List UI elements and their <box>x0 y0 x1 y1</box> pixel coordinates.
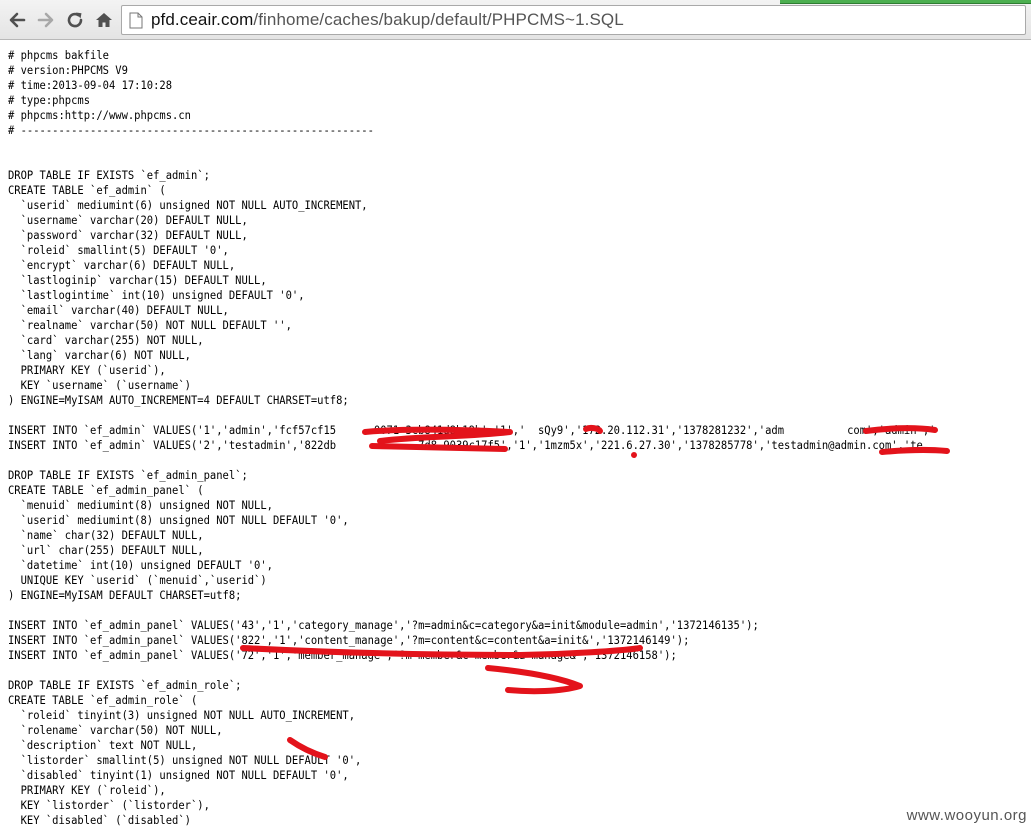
sql-line <box>8 153 949 168</box>
sql-line: CREATE TABLE `ef_admin_panel` ( <box>8 483 204 497</box>
reload-icon <box>67 12 83 28</box>
sql-line: `lastloginip` varchar(15) DEFAULT NULL, <box>8 273 267 287</box>
sql-line: INSERT INTO `ef_admin` VALUES('1','admin… <box>8 423 936 437</box>
sql-line: INSERT INTO `ef_admin` VALUES('2','testa… <box>8 438 923 452</box>
sql-line: `card` varchar(255) NOT NULL, <box>8 333 204 347</box>
sql-line: `password` varchar(32) DEFAULT NULL, <box>8 228 248 242</box>
sql-line <box>8 663 949 678</box>
sql-line: `userid` mediumint(6) unsigned NOT NULL … <box>8 198 368 212</box>
reload-button[interactable] <box>62 7 88 33</box>
home-icon <box>96 13 112 27</box>
sql-line: KEY `listorder` (`listorder`), <box>8 798 210 812</box>
sql-line: `name` char(32) DEFAULT NULL, <box>8 528 204 542</box>
back-arrow-icon <box>9 12 26 28</box>
sql-line: `userid` mediumint(8) unsigned NOT NULL … <box>8 513 349 527</box>
sql-line: `disabled` tinyint(1) unsigned NOT NULL … <box>8 768 349 782</box>
sql-line: INSERT INTO `ef_admin_panel` VALUES('43'… <box>8 618 759 632</box>
sql-line: ) ENGINE=MyISAM DEFAULT CHARSET=utf8; <box>8 588 242 602</box>
forward-arrow-icon <box>37 12 54 28</box>
browser-toolbar: pfd.ceair.com/finhome/caches/bakup/defau… <box>0 0 1031 40</box>
sql-line: `url` char(255) DEFAULT NULL, <box>8 543 204 557</box>
sql-line: `datetime` int(10) unsigned DEFAULT '0', <box>8 558 273 572</box>
home-button[interactable] <box>91 7 117 33</box>
sql-line: `email` varchar(40) DEFAULT NULL, <box>8 303 229 317</box>
sql-line: `description` text NOT NULL, <box>8 738 198 752</box>
sql-line: INSERT INTO `ef_admin_panel` VALUES('822… <box>8 633 690 647</box>
sql-line: `menuid` mediumint(8) unsigned NOT NULL, <box>8 498 273 512</box>
sql-line: # type:phpcms <box>8 93 91 107</box>
sql-line: # phpcms bakfile <box>8 48 109 62</box>
sql-line: PRIMARY KEY (`roleid`), <box>8 783 166 797</box>
sql-line: `realname` varchar(50) NOT NULL DEFAULT … <box>8 318 292 332</box>
sql-line: `username` varchar(20) DEFAULT NULL, <box>8 213 248 227</box>
sql-line: # time:2013-09-04 17:10:28 <box>8 78 173 92</box>
sql-line: KEY `username` (`username`) <box>8 378 191 392</box>
sql-line: `encrypt` varchar(6) DEFAULT NULL, <box>8 258 236 272</box>
sql-line: PRIMARY KEY (`userid`), <box>8 363 166 377</box>
sql-line <box>8 138 949 153</box>
sql-line: INSERT INTO `ef_admin_panel` VALUES('72'… <box>8 648 677 662</box>
window-accent-bar <box>780 0 1031 4</box>
watermark: www.wooyun.org <box>906 807 1027 824</box>
sql-line: DROP TABLE IF EXISTS `ef_admin_role`; <box>8 678 242 692</box>
sql-line: CREATE TABLE `ef_admin_role` ( <box>8 693 198 707</box>
sql-line: `lang` varchar(6) NOT NULL, <box>8 348 191 362</box>
forward-button[interactable] <box>33 7 59 33</box>
sql-line <box>8 453 949 468</box>
sql-line: CREATE TABLE `ef_admin` ( <box>8 183 166 197</box>
sql-line: `roleid` tinyint(3) unsigned NOT NULL AU… <box>8 708 356 722</box>
sql-line: # --------------------------------------… <box>8 123 374 137</box>
sql-line: KEY `disabled` (`disabled`) <box>8 813 191 827</box>
sql-line: # version:PHPCMS V9 <box>8 63 128 77</box>
url-host: pfd.ceair.com <box>151 10 254 29</box>
sql-line: `rolename` varchar(50) NOT NULL, <box>8 723 223 737</box>
sql-line: UNIQUE KEY `userid` (`menuid`,`userid`) <box>8 573 267 587</box>
sql-line <box>8 603 949 618</box>
url-path: /finhome/caches/bakup/default/PHPCMS~1.S… <box>253 10 624 29</box>
url-text: pfd.ceair.com/finhome/caches/bakup/defau… <box>151 10 624 30</box>
sql-line: # phpcms:http://www.phpcms.cn <box>8 108 191 122</box>
sql-line: `lastlogintime` int(10) unsigned DEFAULT… <box>8 288 305 302</box>
sql-line: `listorder` smallint(5) unsigned NOT NUL… <box>8 753 362 767</box>
sql-file-content: # phpcms bakfile # version:PHPCMS V9 # tim… <box>8 48 1031 827</box>
back-button[interactable] <box>4 7 30 33</box>
page-icon <box>129 12 143 29</box>
sql-line: DROP TABLE IF EXISTS `ef_admin`; <box>8 168 210 182</box>
sql-line: ) ENGINE=MyISAM AUTO_INCREMENT=4 DEFAULT… <box>8 393 349 407</box>
sql-line: `roleid` smallint(5) DEFAULT '0', <box>8 243 229 257</box>
sql-line <box>8 408 949 423</box>
address-bar[interactable]: pfd.ceair.com/finhome/caches/bakup/defau… <box>121 5 1026 35</box>
sql-line: DROP TABLE IF EXISTS `ef_admin_panel`; <box>8 468 248 482</box>
